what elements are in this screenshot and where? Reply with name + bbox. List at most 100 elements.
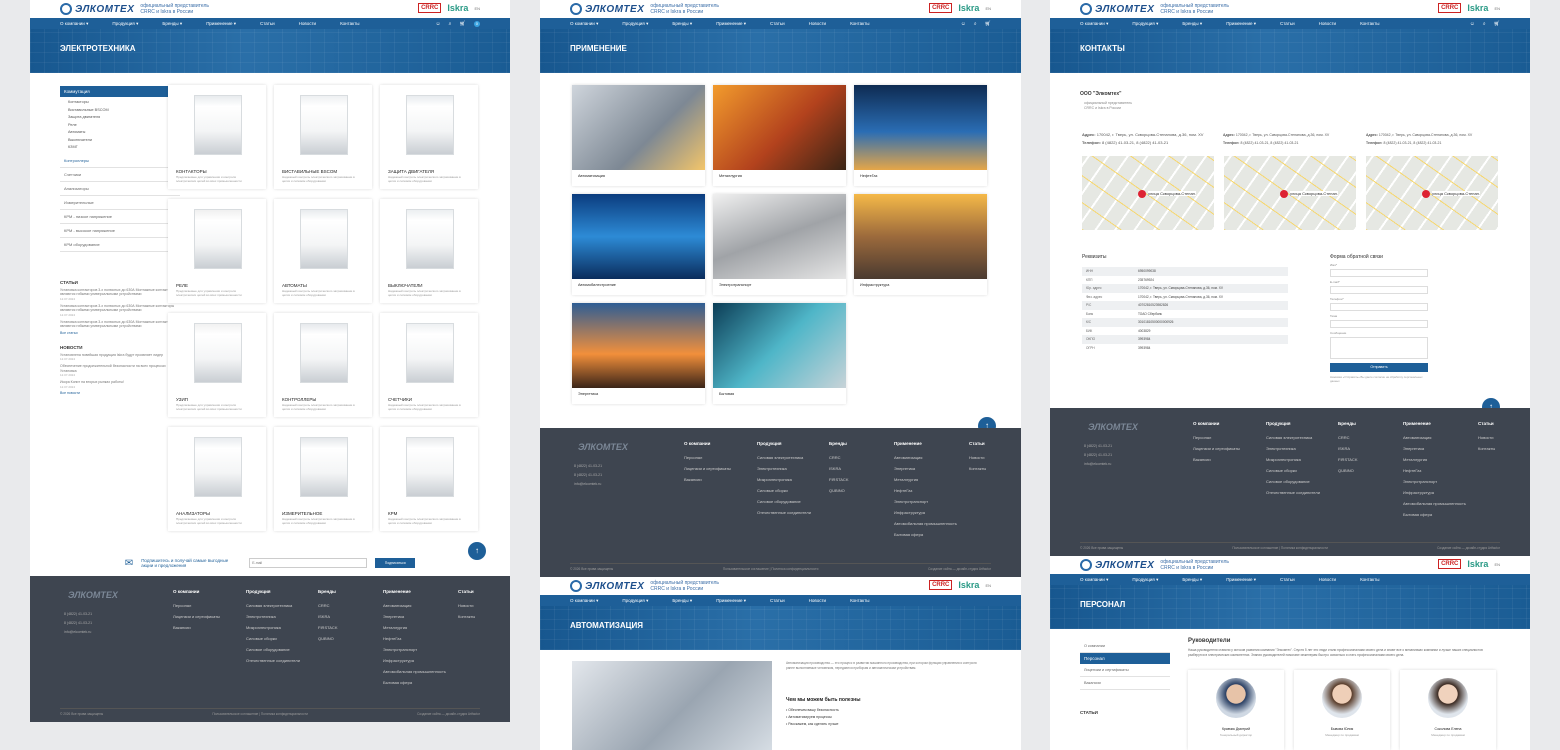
application-card[interactable]: Электротранспорт [713, 194, 846, 295]
nav-about[interactable]: О компании ▾ [1080, 577, 1108, 583]
footer-phone[interactable]: 8 (4822) 41-03-21 [1084, 451, 1112, 460]
footer-logo[interactable]: ЭЛКОМТЕХ [1088, 422, 1138, 432]
article-link[interactable]: Установка контакторов 3-х полюсных до 63… [60, 304, 180, 313]
language-switch[interactable]: EN [474, 6, 480, 11]
sidebar-item[interactable]: Анализаторы [60, 182, 180, 196]
policy-links[interactable]: Пользовательское соглашение | Политика к… [723, 567, 819, 571]
submit-button[interactable]: Отправить [1330, 363, 1428, 372]
phone-value[interactable]: 8 (4822) 41-03-21, 8 (4822) 41-03-21 [1383, 141, 1441, 145]
footer-link[interactable]: FIRSTACK [318, 622, 337, 633]
article-link[interactable]: Установка контакторов 3-х полюсных до 63… [60, 288, 180, 297]
nav-products[interactable]: Продукция ▾ [112, 21, 138, 27]
search-icon[interactable]: ⌕ [1483, 21, 1486, 27]
footer-link[interactable]: НефтеГаз [383, 633, 446, 644]
map[interactable]: улица Скворцова-Степан. [1366, 156, 1498, 230]
nav-applications[interactable]: Применение ▾ [1226, 21, 1256, 27]
footer-link[interactable]: Лицензии и сертификаты [173, 611, 220, 622]
footer-logo[interactable]: ЭЛКОМТЕХ [578, 442, 628, 452]
search-icon[interactable]: ⌕ [974, 21, 977, 27]
footer-link[interactable]: Силовая электротехника [1266, 432, 1320, 443]
footer-link[interactable]: Силовая электротехника [246, 600, 300, 611]
made-by-link[interactable]: Создание сайта — дизайн-студия Artfactor [1437, 546, 1500, 550]
footer-phone[interactable]: 8 (4822) 41-03-21 [64, 619, 92, 628]
footer-link[interactable]: Силовое оборудование [246, 644, 300, 655]
user-icon[interactable]: ☺ [961, 21, 966, 27]
footer-logo[interactable]: ЭЛКОМТЕХ [68, 590, 118, 600]
nav-articles[interactable]: Статьи [260, 21, 275, 26]
nav-about[interactable]: О компании ▾ [570, 21, 598, 27]
footer-link[interactable]: FIRSTACK [829, 474, 848, 485]
footer-link[interactable]: Электротехника [246, 611, 300, 622]
footer-link[interactable]: Новости [458, 600, 475, 611]
footer-col-heading[interactable]: О компании [1193, 418, 1240, 429]
iskra-logo[interactable]: Iskra [1467, 3, 1488, 13]
language-switch[interactable]: EN [1494, 6, 1500, 11]
footer-link[interactable]: Автоматизация [894, 452, 957, 463]
sidebar-item-personnel[interactable]: Персонал [1080, 653, 1170, 664]
footer-link[interactable]: Электротехника [1266, 443, 1320, 454]
sidebar-item-switching[interactable]: Коммутация [60, 86, 180, 97]
footer-col-heading[interactable]: Бренды [318, 586, 337, 597]
application-card[interactable]: Бытовая [713, 303, 846, 404]
footer-col-heading[interactable]: Продукция [757, 438, 811, 449]
search-icon[interactable]: ⌕ [449, 21, 452, 27]
footer-link[interactable]: CRRC [318, 600, 337, 611]
nav-applications[interactable]: Применение ▾ [716, 21, 746, 27]
nav-contacts[interactable]: Контакты [850, 21, 869, 26]
footer-link[interactable]: ISKRA [829, 463, 848, 474]
footer-link[interactable]: Силовое оборудование [757, 496, 811, 507]
footer-link[interactable]: Бытовая сфера [383, 677, 446, 688]
product-card[interactable]: КОНТРОЛЛЕРЫ Надежный контроль электрическ… [274, 313, 372, 417]
application-card[interactable]: Автоматизация [572, 85, 705, 186]
application-card[interactable]: Энергетика [572, 303, 705, 404]
language-switch[interactable]: EN [1494, 562, 1500, 567]
footer-col-heading[interactable]: Бренды [829, 438, 848, 449]
footer-phone[interactable]: 8 (4822) 41-03-21 [1084, 442, 1112, 451]
product-card[interactable]: АВТОМАТЫ Надежный контроль электрического… [274, 199, 372, 303]
phone-value[interactable]: 8 (4822) 41-03-21, 8 (4822) 41-03-21 [1102, 140, 1168, 145]
site-logo[interactable]: ЭЛКОМТЕХ [1080, 3, 1154, 15]
sidebar-item[interactable]: КРМ - высокое напряжение [60, 224, 180, 238]
nav-news[interactable]: Новости [1319, 577, 1336, 582]
footer-link[interactable]: Инфраструктура [894, 507, 957, 518]
footer-link[interactable]: QUBINO [318, 633, 337, 644]
sidebar-item[interactable]: КРМ - низкое напряжение [60, 210, 180, 224]
nav-brands[interactable]: Бренды ▾ [672, 598, 692, 604]
nav-products[interactable]: Продукция ▾ [1132, 577, 1158, 583]
policy-links[interactable]: Пользовательское соглашение | Политика к… [1232, 546, 1328, 550]
product-card[interactable]: ВЫКЛЮЧАТЕЛИ Надежный контроль электрическ… [380, 199, 478, 303]
footer-link[interactable]: Силовые сборки [1266, 465, 1320, 476]
site-logo[interactable]: ЭЛКОМТЕХ [60, 3, 134, 15]
product-card[interactable]: КРМ Надежный контроль электрического затр… [380, 427, 478, 531]
footer-phone[interactable]: 8 (4822) 41-03-21 [574, 462, 602, 471]
footer-col-heading[interactable]: Бренды [1338, 418, 1357, 429]
footer-col-heading[interactable]: Статьи [1478, 418, 1495, 429]
footer-col-heading[interactable]: О компании [173, 586, 220, 597]
footer-link[interactable]: Персонал [173, 600, 220, 611]
footer-link[interactable]: Персонал [1193, 432, 1240, 443]
name-field[interactable] [1330, 269, 1428, 277]
nav-articles[interactable]: Статьи [1280, 577, 1295, 582]
footer-col-heading[interactable]: О компании [684, 438, 731, 449]
nav-news[interactable]: Новости [809, 598, 826, 603]
map[interactable]: улица Скворцова-Степан. [1082, 156, 1214, 230]
footer-link[interactable]: Автомобильная промышленность [1403, 498, 1466, 509]
footer-link[interactable]: Вакансии [173, 622, 220, 633]
nav-brands[interactable]: Бренды ▾ [162, 21, 182, 27]
nav-about[interactable]: О компании ▾ [570, 598, 598, 604]
sidebar-item[interactable]: Лицензии и сертификаты [1080, 664, 1170, 677]
site-logo[interactable]: ЭЛКОМТЕХ [570, 3, 644, 15]
footer-email[interactable]: info@elcomtek.ru [574, 480, 602, 489]
scroll-up-button[interactable]: ↑ [468, 542, 486, 560]
news-link[interactable]: Обеспечение продолжительной безопасности… [60, 364, 180, 373]
site-logo[interactable]: ЭЛКОМТЕХ [1080, 559, 1154, 571]
product-card[interactable]: СЧЕТЧИКИ Надежный контроль электрического… [380, 313, 478, 417]
footer-link[interactable]: Энергетика [383, 611, 446, 622]
footer-link[interactable]: Электротранспорт [894, 496, 957, 507]
policy-links[interactable]: Пользовательское соглашение | Политика к… [212, 712, 308, 716]
footer-link[interactable]: QUBINO [829, 485, 848, 496]
footer-link[interactable]: Вакансии [684, 474, 731, 485]
sidebar-subitem[interactable]: Автоматы [60, 129, 180, 137]
sidebar-subitem[interactable]: Реле [60, 122, 180, 130]
footer-link[interactable]: Энергетика [894, 463, 957, 474]
